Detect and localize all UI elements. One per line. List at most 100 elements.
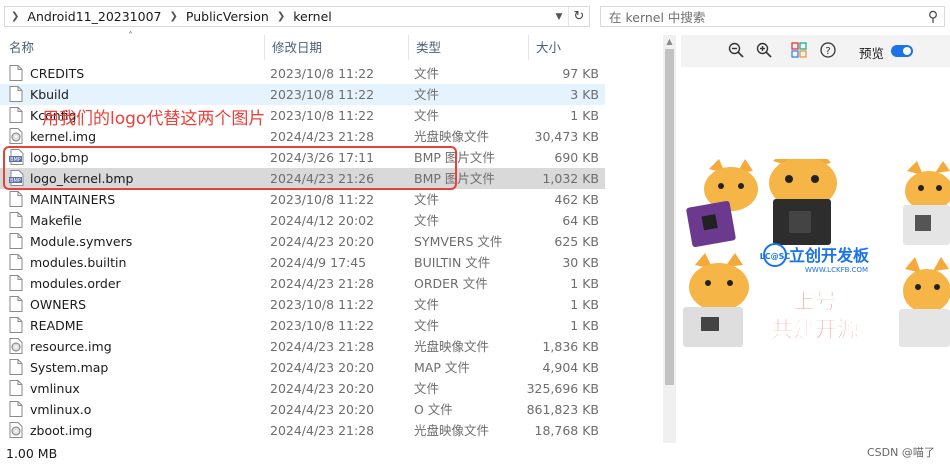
file-date: 2023/10/8 11:22 — [270, 318, 375, 333]
file-name: zboot.img — [30, 423, 93, 438]
disc-image-icon — [9, 422, 23, 438]
breadcrumb-android11[interactable]: Android11_20231007 — [25, 9, 163, 24]
file-row[interactable]: vmlinux 2024/4/23 20:20 文件 325,696 KB — [0, 378, 605, 399]
refresh-icon[interactable]: ↻ — [568, 7, 589, 26]
file-type: 光盘映像文件 — [414, 423, 490, 438]
file-icon — [9, 317, 23, 333]
file-name: System.map — [30, 360, 109, 375]
file-size: 97 KB — [562, 66, 599, 81]
breadcrumb-separator-icon[interactable]: ❯ — [271, 11, 291, 22]
file-icon — [9, 107, 23, 123]
breadcrumb-separator-icon[interactable]: ❯ — [164, 11, 184, 22]
cat-mascot-icon — [686, 159, 758, 248]
bmp-icon: BMP — [9, 170, 24, 186]
preview-toggle[interactable] — [891, 45, 913, 57]
column-header-row: ˄ 名称 修改日期 类型 大小 — [0, 31, 605, 60]
address-dropdown-icon[interactable]: ▼ — [550, 12, 568, 22]
help-icon[interactable]: ? — [819, 42, 837, 60]
file-type: 光盘映像文件 — [414, 339, 490, 354]
preview-image: LC@SC 立创开发板 WWW.LCKFB.COM 上号 共建开源 — [681, 151, 950, 349]
column-header-size[interactable]: 大小 — [528, 35, 605, 60]
file-size: 1 KB — [570, 297, 599, 312]
annotation-text: 用我们的logo代替这两个图片 — [42, 109, 266, 129]
breadcrumb-kernel[interactable]: kernel — [291, 9, 334, 24]
file-icon — [9, 212, 23, 228]
file-date: 2024/4/23 21:28 — [270, 276, 375, 291]
file-size: 1,836 KB — [542, 339, 599, 354]
search-icon[interactable]: ⚲ — [922, 9, 944, 25]
file-row[interactable]: vmlinux.o 2024/4/23 20:20 O 文件 861,823 KB — [0, 399, 605, 420]
file-row[interactable]: zboot.img 2024/4/23 21:28 光盘映像文件 18,768 KB — [0, 420, 605, 441]
zoom-in-icon[interactable] — [755, 42, 773, 60]
brand-logo: LC@SC 立创开发板 WWW.LCKFB.COM — [760, 243, 870, 274]
file-row[interactable]: kernel.img 2024/4/23 21:28 光盘映像文件 30,473 KB — [0, 126, 605, 147]
column-header-name[interactable]: 名称 — [2, 35, 264, 60]
file-row[interactable]: Module.symvers 2024/4/23 20:20 SYMVERS 文件 6… — [0, 231, 605, 252]
zoom-out-icon[interactable] — [727, 42, 745, 60]
file-size: 462 KB — [554, 192, 599, 207]
file-icon — [9, 233, 23, 249]
file-date: 2024/4/23 21:28 — [270, 423, 375, 438]
column-header-date[interactable]: 修改日期 — [264, 35, 408, 60]
file-row[interactable]: System.map 2024/4/23 20:20 MAP 文件 4,904 KB — [0, 357, 605, 378]
svg-text:?: ? — [825, 46, 830, 57]
slogan-line1: 上号 — [793, 290, 837, 315]
file-icon — [9, 86, 23, 102]
file-name: MAINTAINERS — [30, 192, 116, 207]
slogan-line2: 共建开源 — [771, 318, 859, 343]
file-icon — [9, 65, 23, 81]
file-name: OWNERS — [30, 297, 87, 312]
address-bar[interactable]: ❯ Android11_20231007 ❯ PublicVersion ❯ k… — [4, 6, 590, 27]
file-size: 625 KB — [554, 234, 599, 249]
brand-title: 立创开发板 — [789, 246, 870, 265]
preview-toolbar: ? 预览 — [681, 35, 950, 67]
scroll-thumb[interactable] — [665, 49, 674, 385]
breadcrumb-publicversion[interactable]: PublicVersion — [184, 9, 271, 24]
scroll-up-icon[interactable]: ▲ — [663, 35, 676, 49]
file-icon — [9, 359, 23, 375]
file-date: 2024/4/23 21:28 — [270, 129, 375, 144]
file-name: vmlinux — [30, 381, 80, 396]
file-row[interactable]: OWNERS 2023/10/8 11:22 文件 1 KB — [0, 294, 605, 315]
file-row[interactable]: modules.builtin 2024/4/9 17:45 BUILTIN 文件 3… — [0, 252, 605, 273]
file-name: Kbuild — [30, 87, 69, 102]
file-date: 2024/4/23 20:20 — [270, 234, 375, 249]
file-row[interactable]: modules.order 2024/4/23 21:28 ORDER 文件 1 KB — [0, 273, 605, 294]
cat-mascot-icon — [899, 257, 950, 347]
cat-mascot-icon — [769, 151, 837, 245]
column-header-type[interactable]: 类型 — [408, 35, 528, 60]
address-actions: ▼ ↻ — [550, 7, 589, 26]
file-row[interactable]: MAINTAINERS 2023/10/8 11:22 文件 462 KB — [0, 189, 605, 210]
file-icon — [9, 254, 23, 270]
preview-label: 预览 — [859, 46, 885, 61]
search-input[interactable]: 在 kernel 中搜索 ⚲ — [600, 6, 945, 27]
breadcrumb-arrow-icon[interactable]: ❯ — [5, 11, 25, 22]
file-row[interactable]: resource.img 2024/4/23 21:28 光盘映像文件 1,836 K… — [0, 336, 605, 357]
apps-grid-icon[interactable] — [790, 42, 808, 60]
file-row[interactable]: Makefile 2024/4/12 20:02 文件 64 KB — [0, 210, 605, 231]
file-row[interactable]: README 2023/10/8 11:22 文件 1 KB — [0, 315, 605, 336]
disc-image-icon — [9, 338, 23, 354]
file-date: 2023/10/8 11:22 — [270, 87, 375, 102]
file-type: BMP 图片文件 — [414, 171, 495, 186]
file-name: modules.builtin — [30, 255, 127, 270]
file-type: 光盘映像文件 — [414, 129, 490, 144]
file-row[interactable]: CREDITS 2023/10/8 11:22 文件 97 KB — [0, 63, 605, 84]
file-row[interactable]: Kbuild 2023/10/8 11:22 文件 3 KB — [0, 84, 605, 105]
file-icon — [9, 191, 23, 207]
file-date: 2023/10/8 11:22 — [270, 108, 375, 123]
file-name: kernel.img — [30, 129, 97, 144]
file-row[interactable]: BMP logo_kernel.bmp 2024/4/23 21:26 BMP 图片文… — [0, 168, 605, 189]
disc-image-icon — [9, 128, 23, 144]
file-size: 64 KB — [562, 213, 599, 228]
vertical-scrollbar[interactable]: ▲ — [663, 35, 676, 443]
file-date: 2023/10/8 11:22 — [270, 297, 375, 312]
file-name: logo_kernel.bmp — [30, 171, 134, 186]
file-row[interactable]: BMP logo.bmp 2024/3/26 17:11 BMP 图片文件 690 KB — [0, 147, 605, 168]
file-type: BMP 图片文件 — [414, 150, 495, 165]
brand-logo-text: LC@SC — [760, 252, 791, 261]
file-date: 2023/10/8 11:22 — [270, 66, 375, 81]
file-type: 文件 — [414, 297, 440, 312]
file-name: Module.symvers — [30, 234, 133, 249]
file-name: resource.img — [30, 339, 112, 354]
